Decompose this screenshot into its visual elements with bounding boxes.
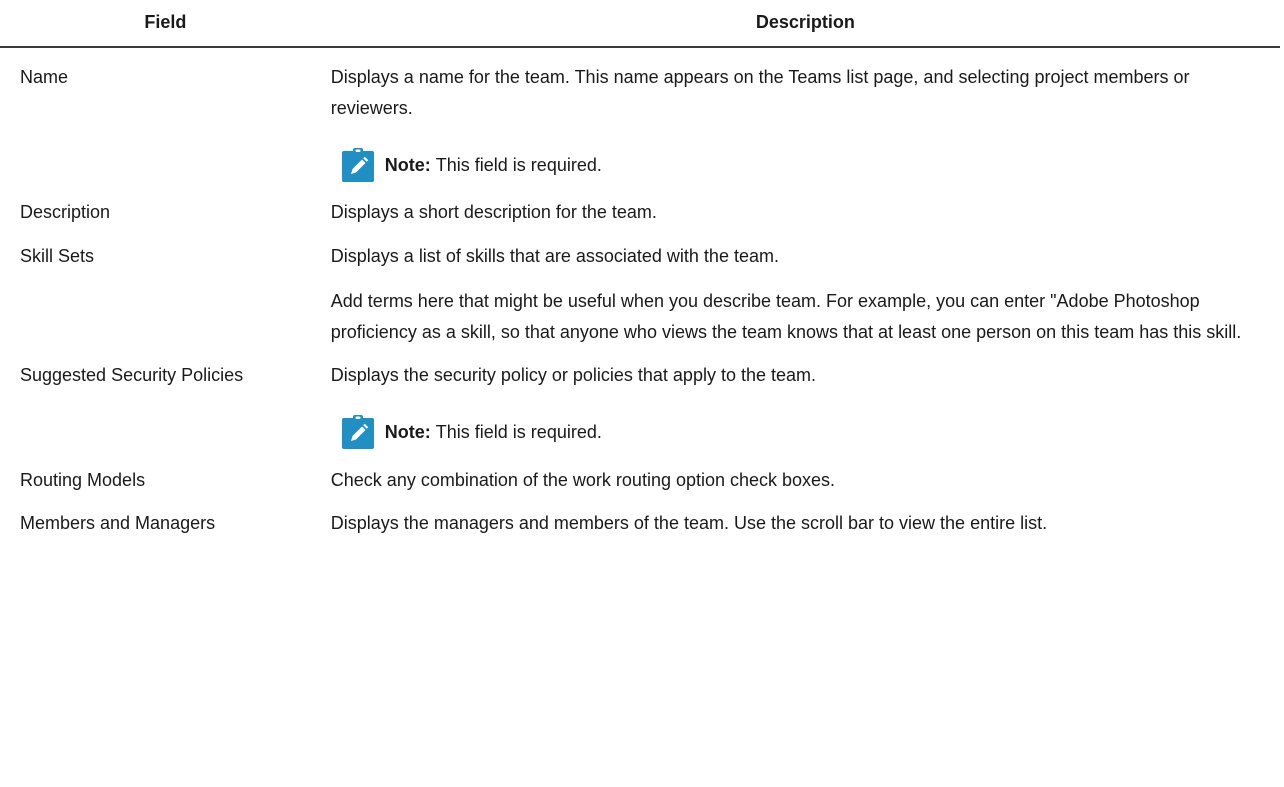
note: Note: This field is required. <box>331 412 1250 452</box>
header-description: Description <box>330 0 1280 48</box>
field-description: Displays the security policy or policies… <box>331 348 1280 452</box>
field-name: Skill Sets <box>20 246 95 266</box>
field-name: Members and Managers <box>20 513 216 533</box>
description-text: Displays the security policy or policies… <box>330 365 817 385</box>
table-header-row: Field Description <box>0 0 1280 48</box>
table-row: Name Displays a name for the team. This … <box>0 47 1280 185</box>
note-text: This field is required. <box>435 154 602 175</box>
field-name: Name <box>20 67 69 87</box>
field-description: Check any combination of the work routin… <box>331 452 1280 496</box>
field-name: Suggested Security Policies <box>20 365 244 385</box>
table-row: Routing Models Check any combination of … <box>0 452 1280 496</box>
description-text: Check any combination of the work routin… <box>330 470 836 490</box>
description-text: Add terms here that might be useful when… <box>330 291 1242 342</box>
note-label: Note: <box>384 154 431 175</box>
field-name: Routing Models <box>20 470 146 490</box>
description-text: Displays a list of skills that are assoc… <box>330 246 779 266</box>
table-row: Members and Managers Displays the manage… <box>0 496 1280 539</box>
field-description: Displays a list of skills that are assoc… <box>331 228 1280 348</box>
table-row: Suggested Security Policies Displays the… <box>0 348 1280 452</box>
field-description: Displays the managers and members of the… <box>331 496 1280 539</box>
description-text: Displays a name for the team. This name … <box>330 67 1190 118</box>
field-description-table: Field Description Name Displays a name f… <box>0 0 1280 539</box>
field-description: Displays a name for the team. This name … <box>331 47 1280 185</box>
note-label: Note: <box>384 421 431 442</box>
note-icon <box>341 415 374 449</box>
description-text: Displays the managers and members of the… <box>330 513 1048 533</box>
table-row: Description Displays a short description… <box>0 185 1280 228</box>
note: Note: This field is required. <box>331 145 1250 185</box>
header-field: Field <box>0 0 331 48</box>
description-text: Displays a short description for the tea… <box>330 202 657 222</box>
table-row: Skill Sets Displays a list of skills tha… <box>0 228 1280 348</box>
field-description: Displays a short description for the tea… <box>331 185 1280 228</box>
note-icon <box>341 148 374 182</box>
field-name: Description <box>20 202 111 222</box>
note-text: This field is required. <box>435 421 602 442</box>
